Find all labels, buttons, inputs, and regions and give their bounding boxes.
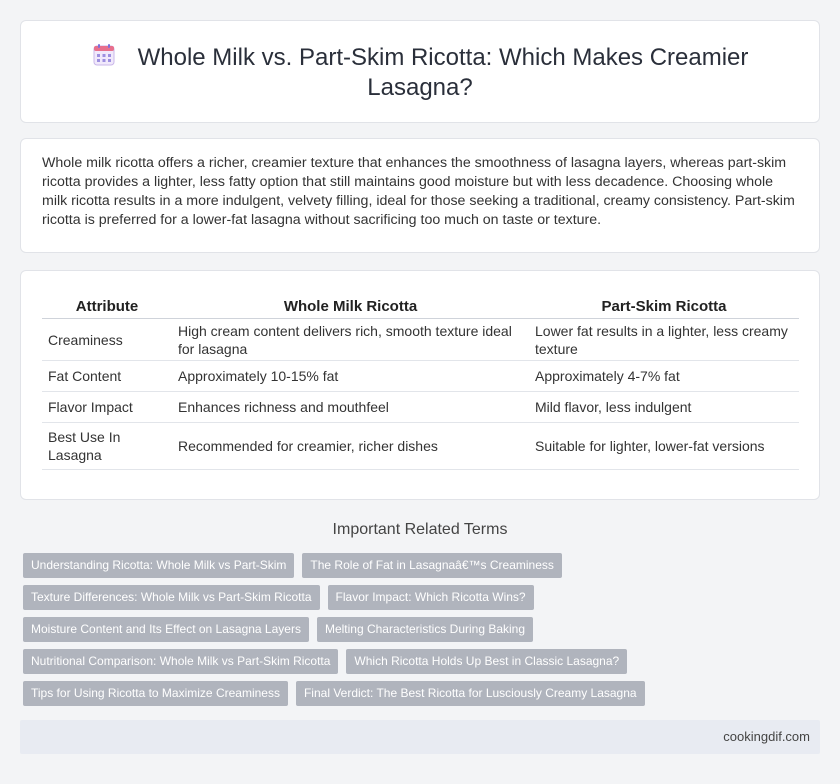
table-cell-whole-milk: Recommended for creamier, richer dishes: [172, 423, 529, 470]
related-terms-heading: Important Related Terms: [332, 521, 508, 538]
table-cell-attribute: Fat Content: [42, 361, 172, 392]
footer-site-link[interactable]: cookingdif.com: [723, 729, 810, 744]
header-whole-milk: Whole Milk Ricotta: [172, 294, 529, 319]
related-term-tag[interactable]: The Role of Fat in Lasagnaâ€™s Creamines…: [302, 553, 562, 578]
tag-row: Tips for Using Ricotta to Maximize Cream…: [23, 681, 823, 706]
related-terms-tags: Understanding Ricotta: Whole Milk vs Par…: [23, 553, 823, 713]
table-row: Flavor Impact Enhances richness and mout…: [42, 392, 799, 423]
related-term-tag[interactable]: Understanding Ricotta: Whole Milk vs Par…: [23, 553, 295, 578]
table-cell-part-skim: Mild flavor, less indulgent: [529, 392, 799, 423]
tag-row: Understanding Ricotta: Whole Milk vs Par…: [23, 553, 823, 578]
page-title-wrap: Whole Milk vs. Part-Skim Ricotta: Which …: [61, 43, 779, 103]
related-term-tag[interactable]: Tips for Using Ricotta to Maximize Cream…: [23, 681, 288, 706]
related-term-tag[interactable]: Final Verdict: The Best Ricotta for Lusc…: [295, 681, 645, 706]
table-cell-part-skim: Lower fat results in a lighter, less cre…: [529, 319, 799, 361]
table-row: Fat Content Approximately 10-15% fat App…: [42, 361, 799, 392]
table-row: Creaminess High cream content delivers r…: [42, 319, 799, 361]
title-card: Whole Milk vs. Part-Skim Ricotta: Which …: [20, 20, 820, 123]
intro-paragraph: Whole milk ricotta offers a richer, crea…: [42, 155, 795, 228]
related-term-tag[interactable]: Texture Differences: Whole Milk vs Part-…: [23, 585, 320, 610]
table-cell-attribute: Creaminess: [42, 319, 172, 361]
intro-card: Whole milk ricotta offers a richer, crea…: [20, 138, 820, 253]
header-attribute: Attribute: [42, 294, 172, 319]
table-cell-part-skim: Approximately 4-7% fat: [529, 361, 799, 392]
related-term-tag[interactable]: Nutritional Comparison: Whole Milk vs Pa…: [23, 649, 339, 674]
table-cell-whole-milk: Approximately 10-15% fat: [172, 361, 529, 392]
page-title: Whole Milk vs. Part-Skim Ricotta: Which …: [137, 44, 749, 101]
header-part-skim: Part-Skim Ricotta: [529, 294, 799, 319]
footer: cookingdif.com: [20, 720, 820, 754]
table-cell-whole-milk: High cream content delivers rich, smooth…: [172, 319, 529, 361]
calendar-icon: [93, 44, 115, 66]
related-term-tag[interactable]: Flavor Impact: Which Ricotta Wins?: [327, 585, 534, 610]
table-cell-whole-milk: Enhances richness and mouthfeel: [172, 392, 529, 423]
table-cell-attribute: Flavor Impact: [42, 392, 172, 423]
tag-row: Moisture Content and Its Effect on Lasag…: [23, 617, 823, 642]
related-term-tag[interactable]: Which Ricotta Holds Up Best in Classic L…: [346, 649, 628, 674]
related-term-tag[interactable]: Moisture Content and Its Effect on Lasag…: [23, 617, 309, 642]
tag-row: Texture Differences: Whole Milk vs Part-…: [23, 585, 823, 610]
comparison-table: Attribute Whole Milk Ricotta Part-Skim R…: [42, 294, 799, 470]
table-header-row: Attribute Whole Milk Ricotta Part-Skim R…: [42, 294, 799, 319]
tag-row: Nutritional Comparison: Whole Milk vs Pa…: [23, 649, 823, 674]
table-cell-attribute: Best Use In Lasagna: [42, 423, 172, 470]
related-term-tag[interactable]: Melting Characteristics During Baking: [316, 617, 534, 642]
table-row: Best Use In Lasagna Recommended for crea…: [42, 423, 799, 470]
table-cell-part-skim: Suitable for lighter, lower-fat versions: [529, 423, 799, 470]
comparison-table-card: Attribute Whole Milk Ricotta Part-Skim R…: [20, 270, 820, 500]
